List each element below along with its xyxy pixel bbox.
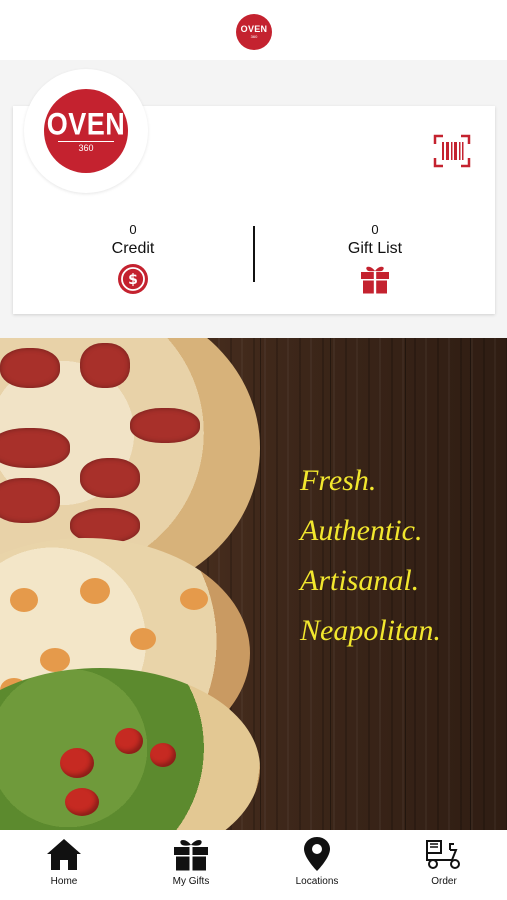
gift-icon: [359, 263, 391, 295]
sauce-dollop: [130, 628, 156, 650]
avatar-logo-number: 360: [78, 142, 94, 153]
credit-count: 0: [129, 222, 137, 237]
stat-divider: [253, 226, 255, 282]
pepperoni-slice: [130, 408, 200, 443]
svg-text:$: $: [128, 272, 138, 288]
delivery-scooter-icon: [426, 840, 460, 869]
tab-home[interactable]: Home: [14, 836, 114, 888]
app-screen: OVEN 360 0 Credit $ 0 Gift List OVEN 360…: [0, 0, 507, 900]
sauce-dollop: [180, 588, 208, 610]
avatar-logo-rule: [58, 140, 114, 142]
tab-order[interactable]: Order: [394, 836, 494, 888]
barcode-scan-button[interactable]: [433, 134, 471, 168]
tomato: [65, 788, 99, 816]
top-bar: OVEN 360: [0, 0, 507, 60]
tagline-line: Authentic.: [300, 514, 423, 547]
brand-logo-avatar: OVEN 360: [44, 89, 128, 173]
tagline-line: Neapolitan.: [300, 614, 441, 647]
gift-list-stat[interactable]: 0 Gift List: [315, 222, 435, 295]
pepperoni-slice: [80, 458, 140, 498]
gift-icon: [174, 840, 208, 871]
credit-stat[interactable]: 0 Credit $: [73, 222, 193, 295]
header-logo-word: OVEN: [240, 24, 268, 34]
pepperoni-slice: [80, 343, 130, 388]
tagline-line: Fresh.: [300, 464, 377, 497]
tab-locations[interactable]: Locations: [267, 836, 367, 888]
promo-banner[interactable]: Fresh. Authentic. Artisanal. Neapolitan.: [0, 338, 507, 830]
wood-plank-line: [470, 338, 471, 830]
tab-locations-label: Locations: [295, 876, 339, 887]
avatar-logo-word: OVEN: [46, 106, 126, 141]
bottom-tab-bar: Home My Gifts Locations Order: [0, 830, 507, 900]
gift-list-label: Gift List: [347, 240, 403, 257]
tagline-line: Artisanal.: [300, 564, 420, 597]
sauce-dollop: [40, 648, 70, 672]
home-icon: [47, 839, 81, 870]
pepperoni-slice: [0, 478, 60, 523]
profile-avatar[interactable]: OVEN 360: [24, 69, 148, 193]
tab-home-label: Home: [50, 876, 78, 887]
tab-my-gifts-label: My Gifts: [172, 876, 210, 887]
tomato: [115, 728, 143, 754]
sauce-dollop: [80, 578, 110, 604]
barcode-scan-icon: [433, 134, 471, 168]
pepperoni-slice: [0, 428, 70, 468]
tab-my-gifts[interactable]: My Gifts: [141, 836, 241, 888]
pepperoni-slice: [0, 348, 60, 388]
header-logo-number: 360: [250, 34, 258, 39]
gift-list-count: 0: [371, 222, 379, 237]
tomato: [150, 743, 176, 767]
tomato: [60, 748, 94, 778]
credit-label: Credit: [111, 240, 155, 257]
tab-order-label: Order: [431, 876, 457, 887]
map-pin-icon: [304, 837, 330, 871]
dollar-coin-icon: $: [117, 263, 149, 295]
sauce-dollop: [10, 588, 38, 612]
wood-plank-line: [260, 338, 261, 830]
tagline: Fresh. Authentic. Artisanal. Neapolitan.: [300, 456, 441, 656]
header-logo: OVEN 360: [236, 14, 272, 50]
